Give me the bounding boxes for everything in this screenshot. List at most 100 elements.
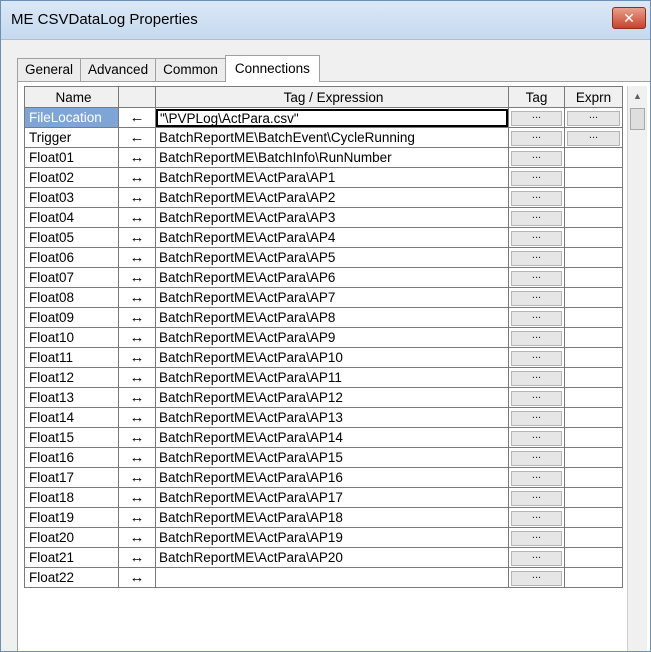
- connection-name-cell[interactable]: Float13: [24, 387, 119, 408]
- connection-name-cell[interactable]: FileLocation: [24, 107, 119, 128]
- tag-expression-cell[interactable]: BatchReportME\ActPara\AP9: [155, 327, 509, 348]
- table-row[interactable]: Float07 ↔ BatchReportME\ActPara\AP6...: [24, 267, 623, 288]
- expression-edit-field[interactable]: "\PVPLog\ActPara.csv": [156, 108, 508, 127]
- tag-browse-button[interactable]: ...: [511, 290, 562, 306]
- table-row[interactable]: Float02 ↔ BatchReportME\ActPara\AP1...: [24, 167, 623, 188]
- connection-name-cell[interactable]: Float02: [24, 167, 119, 188]
- tag-expression-cell[interactable]: BatchReportME\ActPara\AP7: [155, 287, 509, 308]
- tag-expression-cell[interactable]: BatchReportME\ActPara\AP19: [155, 527, 509, 548]
- table-row[interactable]: Float21 ↔ BatchReportME\ActPara\AP20...: [24, 547, 623, 568]
- tag-browse-button[interactable]: ...: [511, 170, 562, 186]
- table-row[interactable]: Float19 ↔ BatchReportME\ActPara\AP18...: [24, 507, 623, 528]
- tag-expression-cell[interactable]: BatchReportME\ActPara\AP18: [155, 507, 509, 528]
- tag-browse-button[interactable]: ...: [511, 150, 562, 166]
- connection-name-cell[interactable]: Float21: [24, 547, 119, 568]
- tag-browse-button[interactable]: ...: [511, 510, 562, 526]
- connection-name-cell[interactable]: Float15: [24, 427, 119, 448]
- expression-browse-button[interactable]: ...: [567, 110, 620, 126]
- connection-name-cell[interactable]: Float19: [24, 507, 119, 528]
- close-button[interactable]: ✕: [612, 7, 646, 29]
- tag-expression-cell[interactable]: BatchReportME\ActPara\AP4: [155, 227, 509, 248]
- table-row[interactable]: FileLocation ← "\PVPLog\ActPara.csv"......: [24, 107, 623, 128]
- connection-name-cell[interactable]: Float06: [24, 247, 119, 268]
- tag-browse-button[interactable]: ...: [511, 390, 562, 406]
- tag-expression-cell[interactable]: BatchReportME\ActPara\AP2: [155, 187, 509, 208]
- tab-advanced[interactable]: Advanced: [80, 58, 157, 81]
- tag-browse-button[interactable]: ...: [511, 470, 562, 486]
- table-row[interactable]: Float20 ↔ BatchReportME\ActPara\AP19...: [24, 527, 623, 548]
- tag-browse-button[interactable]: ...: [511, 270, 562, 286]
- connection-name-cell[interactable]: Float11: [24, 347, 119, 368]
- connection-name-cell[interactable]: Float04: [24, 207, 119, 228]
- connection-name-cell[interactable]: Float16: [24, 447, 119, 468]
- connection-name-cell[interactable]: Float03: [24, 187, 119, 208]
- table-row[interactable]: Float22 ↔...: [24, 567, 623, 588]
- expression-browse-button[interactable]: ...: [567, 130, 620, 146]
- tag-expression-cell[interactable]: [155, 567, 509, 588]
- tab-connections[interactable]: Connections: [224, 55, 320, 82]
- table-row[interactable]: Float14 ↔ BatchReportME\ActPara\AP13...: [24, 407, 623, 428]
- column-header-name[interactable]: Name: [24, 86, 119, 108]
- table-row[interactable]: Float10 ↔ BatchReportME\ActPara\AP9...: [24, 327, 623, 348]
- scroll-thumb[interactable]: [630, 108, 645, 130]
- tag-browse-button[interactable]: ...: [511, 550, 562, 566]
- table-row[interactable]: Float15 ↔ BatchReportME\ActPara\AP14...: [24, 427, 623, 448]
- table-row[interactable]: Float01 ↔ BatchReportME\BatchInfo\RunNumbe…: [24, 147, 623, 168]
- tag-browse-button[interactable]: ...: [511, 330, 562, 346]
- table-row[interactable]: Float17 ↔ BatchReportME\ActPara\AP16...: [24, 467, 623, 488]
- tag-browse-button[interactable]: ...: [511, 430, 562, 446]
- table-row[interactable]: Float05 ↔ BatchReportME\ActPara\AP4...: [24, 227, 623, 248]
- tag-browse-button[interactable]: ...: [511, 130, 562, 146]
- tag-browse-button[interactable]: ...: [511, 350, 562, 366]
- tag-browse-button[interactable]: ...: [511, 310, 562, 326]
- tag-expression-cell[interactable]: BatchReportME\BatchInfo\RunNumber: [155, 147, 509, 168]
- tag-expression-cell[interactable]: "\PVPLog\ActPara.csv": [155, 107, 509, 128]
- table-row[interactable]: Float09 ↔ BatchReportME\ActPara\AP8...: [24, 307, 623, 328]
- tag-browse-button[interactable]: ...: [511, 210, 562, 226]
- tag-expression-cell[interactable]: BatchReportME\ActPara\AP17: [155, 487, 509, 508]
- tag-expression-cell[interactable]: BatchReportME\ActPara\AP6: [155, 267, 509, 288]
- title-bar[interactable]: ME CSVDataLog Properties ✕: [1, 1, 650, 40]
- tag-expression-cell[interactable]: BatchReportME\ActPara\AP13: [155, 407, 509, 428]
- connection-name-cell[interactable]: Float07: [24, 267, 119, 288]
- connection-name-cell[interactable]: Float01: [24, 147, 119, 168]
- tag-browse-button[interactable]: ...: [511, 250, 562, 266]
- table-row[interactable]: Float12 ↔ BatchReportME\ActPara\AP11...: [24, 367, 623, 388]
- table-row[interactable]: Float11 ↔ BatchReportME\ActPara\AP10...: [24, 347, 623, 368]
- tag-expression-cell[interactable]: BatchReportME\ActPara\AP3: [155, 207, 509, 228]
- tag-browse-button[interactable]: ...: [511, 230, 562, 246]
- table-row[interactable]: Trigger ← BatchReportME\BatchEvent\CycleRu…: [24, 127, 623, 148]
- table-row[interactable]: Float03 ↔ BatchReportME\ActPara\AP2...: [24, 187, 623, 208]
- table-row[interactable]: Float04 ↔ BatchReportME\ActPara\AP3...: [24, 207, 623, 228]
- tag-expression-cell[interactable]: BatchReportME\ActPara\AP5: [155, 247, 509, 268]
- tag-expression-cell[interactable]: BatchReportME\ActPara\AP8: [155, 307, 509, 328]
- connection-name-cell[interactable]: Float17: [24, 467, 119, 488]
- tag-browse-button[interactable]: ...: [511, 370, 562, 386]
- connection-name-cell[interactable]: Float14: [24, 407, 119, 428]
- table-row[interactable]: Float13 ↔ BatchReportME\ActPara\AP12...: [24, 387, 623, 408]
- connection-name-cell[interactable]: Float08: [24, 287, 119, 308]
- scroll-up-button[interactable]: ▲: [628, 86, 647, 106]
- vertical-scrollbar[interactable]: ▲: [627, 86, 647, 651]
- tag-expression-cell[interactable]: BatchReportME\ActPara\AP14: [155, 427, 509, 448]
- tag-expression-cell[interactable]: BatchReportME\ActPara\AP20: [155, 547, 509, 568]
- tag-expression-cell[interactable]: BatchReportME\BatchEvent\CycleRunning: [155, 127, 509, 148]
- tag-expression-cell[interactable]: BatchReportME\ActPara\AP10: [155, 347, 509, 368]
- tag-browse-button[interactable]: ...: [511, 490, 562, 506]
- tag-expression-cell[interactable]: BatchReportME\ActPara\AP16: [155, 467, 509, 488]
- table-row[interactable]: Float08 ↔ BatchReportME\ActPara\AP7...: [24, 287, 623, 308]
- column-header-tag[interactable]: Tag: [508, 86, 565, 108]
- tag-browse-button[interactable]: ...: [511, 570, 562, 586]
- tag-browse-button[interactable]: ...: [511, 410, 562, 426]
- table-row[interactable]: Float06 ↔ BatchReportME\ActPara\AP5...: [24, 247, 623, 268]
- tag-expression-cell[interactable]: BatchReportME\ActPara\AP12: [155, 387, 509, 408]
- column-header-tag-expression[interactable]: Tag / Expression: [155, 86, 509, 108]
- tag-expression-cell[interactable]: BatchReportME\ActPara\AP11: [155, 367, 509, 388]
- tab-general[interactable]: General: [17, 58, 82, 81]
- column-header-exprn[interactable]: Exprn: [564, 86, 623, 108]
- connection-name-cell[interactable]: Float10: [24, 327, 119, 348]
- table-row[interactable]: Float16 ↔ BatchReportME\ActPara\AP15...: [24, 447, 623, 468]
- table-row[interactable]: Float18 ↔ BatchReportME\ActPara\AP17...: [24, 487, 623, 508]
- tag-browse-button[interactable]: ...: [511, 190, 562, 206]
- tag-browse-button[interactable]: ...: [511, 110, 562, 126]
